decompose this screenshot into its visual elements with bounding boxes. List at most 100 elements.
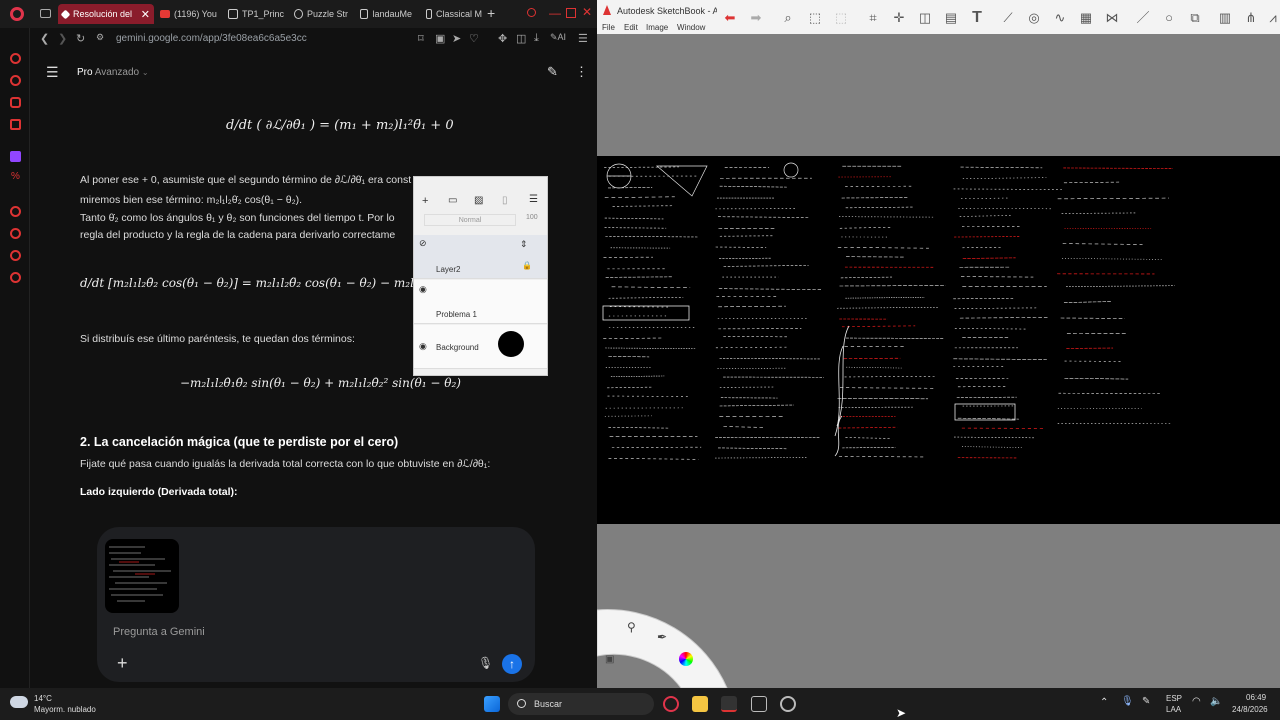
extensions-puzzle-icon[interactable]: ✥ [498,32,507,45]
undo-icon[interactable]: ⬅ [722,10,738,26]
language-top[interactable]: ESP [1166,694,1182,703]
text-tool-icon[interactable]: T [969,10,985,26]
add-layer-icon[interactable]: + [422,195,428,207]
prompt-input[interactable]: Pregunta a Gemini [113,626,205,638]
send-button[interactable]: ↑ [502,654,522,674]
copy-icon[interactable]: ⧉ [1187,10,1203,26]
video-icon[interactable] [10,119,21,130]
layer-menu-icon[interactable]: ☰ [529,194,538,205]
maximize-icon[interactable] [566,8,576,18]
taskbar-search-box[interactable]: Buscar [508,693,654,715]
tab-puzzle[interactable]: Puzzle Str [294,4,348,24]
reload-icon[interactable]: ↻ [76,32,85,45]
circle-tool-icon[interactable]: ○ [1161,10,1177,26]
minimize-icon[interactable]: — [549,6,561,20]
menu-file[interactable]: File [602,23,615,32]
menu-window[interactable]: Window [677,23,705,32]
background-color-swatch[interactable] [498,331,524,357]
twitch-icon[interactable] [10,151,21,162]
settings-icon[interactable] [10,272,21,283]
menu-icon[interactable]: ☰ [578,32,588,45]
percent-icon[interactable]: % [11,171,20,182]
player-icon[interactable] [10,206,21,217]
volume-icon[interactable]: 🔈 [1210,696,1222,707]
add-image-icon[interactable]: ▨ [474,195,483,206]
redo-icon[interactable]: ➡ [748,10,764,26]
layer-editor-icon[interactable]: ▥ [1217,10,1233,26]
tab-youtube[interactable]: (1196) You [160,4,218,24]
add-attachment-icon[interactable]: + [117,653,128,674]
microphone-tray-icon[interactable]: 🎙 [1121,696,1134,707]
symmetry-icon[interactable]: ⋈ [1104,10,1120,26]
messenger-icon[interactable] [10,75,21,86]
visibility-icon[interactable]: ◉ [419,284,427,295]
opera-logo-icon[interactable] [10,7,24,21]
crop-icon[interactable]: ⌗ [865,10,881,26]
search-icon[interactable] [527,8,536,17]
language-bottom[interactable]: LAA [1166,705,1181,714]
layer-row-problema-1[interactable]: ◉ Problema 1 [414,280,547,324]
app-taskbar-icon[interactable] [751,696,767,712]
extensions-icon[interactable] [10,250,21,261]
wallet-icon[interactable]: ◫ [516,32,526,45]
attached-image-thumbnail[interactable] [105,539,179,613]
add-group-icon[interactable]: ▭ [448,195,457,206]
tab-landau[interactable]: landauMe [360,4,412,24]
site-info-icon[interactable]: ⚙ [96,32,104,43]
url-field[interactable]: gemini.google.com/app/3fe08ea6c6a5e3cc [116,33,307,44]
lasso-icon[interactable]: ⬚ [833,10,849,26]
windows-start-icon[interactable] [484,696,500,712]
close-window-icon[interactable]: ✕ [582,5,592,19]
close-tab-icon[interactable]: ✕ [141,8,150,21]
instagram-icon[interactable] [10,97,21,108]
back-icon[interactable]: ❮ [40,32,49,45]
sketchbook-taskbar-icon[interactable] [721,696,737,712]
color-editor-icon[interactable]: ⩘ [1265,10,1280,26]
microphone-icon[interactable]: 🎙 [478,656,493,670]
new-tab-icon[interactable]: + [487,5,495,21]
tray-chevron-icon[interactable]: ⌃ [1100,697,1108,708]
hamburger-menu-icon[interactable]: ☰ [46,64,59,81]
lock-icon[interactable]: 🔒 [522,261,532,270]
clock-time[interactable]: 06:49 [1246,693,1266,702]
ai-button[interactable]: ✎AI [550,32,566,43]
layer-row-background[interactable]: ◉ Background [414,325,547,369]
aria-icon[interactable] [10,53,21,64]
download-icon[interactable]: ⤓ [534,32,539,45]
weather-widget[interactable]: 14°C Mayorm. nublado [8,693,118,717]
opacity-value[interactable]: 100 [526,214,538,221]
select-icon[interactable]: ⬚ [807,10,823,26]
french-curve-icon[interactable]: ∿ [1052,10,1068,26]
perspective-icon[interactable]: ▦ [1078,10,1094,26]
screenshot-icon[interactable]: ▣ [435,32,445,45]
send-icon[interactable]: ➤ [452,32,461,45]
layer-row-layer2[interactable]: ⊘ Layer2 ⇕ 🔒 [414,235,547,279]
delete-layer-icon[interactable]: ▯ [502,195,508,206]
pen-tray-icon[interactable]: ✎ [1142,696,1150,707]
tab-classical[interactable]: Classical M [426,4,482,24]
zoom-icon[interactable]: ⌕ [780,10,796,26]
menu-edit[interactable]: Edit [624,23,638,32]
opera-taskbar-icon[interactable] [663,696,679,712]
pin-icon[interactable]: ⌑ [418,32,424,45]
color-wheel-icon[interactable] [679,652,693,666]
blend-mode-select[interactable]: Normal [424,214,516,226]
lagoon-tool-wheel[interactable]: ⚲ ✒ ▣ [596,604,737,689]
menu-image[interactable]: Image [646,23,668,32]
transform-icon[interactable]: ✛ [891,10,907,26]
ruler-icon[interactable]: ⟋ [1000,10,1016,26]
visibility-icon[interactable]: ◉ [419,341,427,352]
model-selector[interactable]: Pro Avanzado ⌄ [77,67,149,78]
clock-date[interactable]: 24/8/2026 [1232,705,1268,714]
history-icon[interactable] [10,228,21,239]
brush-icon[interactable]: ⚲ [627,620,636,634]
move-layer-icon[interactable]: ⇕ [520,239,528,250]
forward-icon[interactable]: ❯ [58,32,67,45]
wifi-icon[interactable]: ◠ [1192,696,1201,707]
ruler-shape-icon[interactable]: ◫ [917,10,933,26]
visibility-off-icon[interactable]: ⊘ [419,238,427,249]
tab-tp1[interactable]: TP1_Princ [228,4,284,24]
tab-overview-icon[interactable] [40,9,51,18]
line-tool-icon[interactable]: ／ [1135,10,1151,26]
brush-library-icon[interactable]: ⋔ [1243,10,1259,26]
